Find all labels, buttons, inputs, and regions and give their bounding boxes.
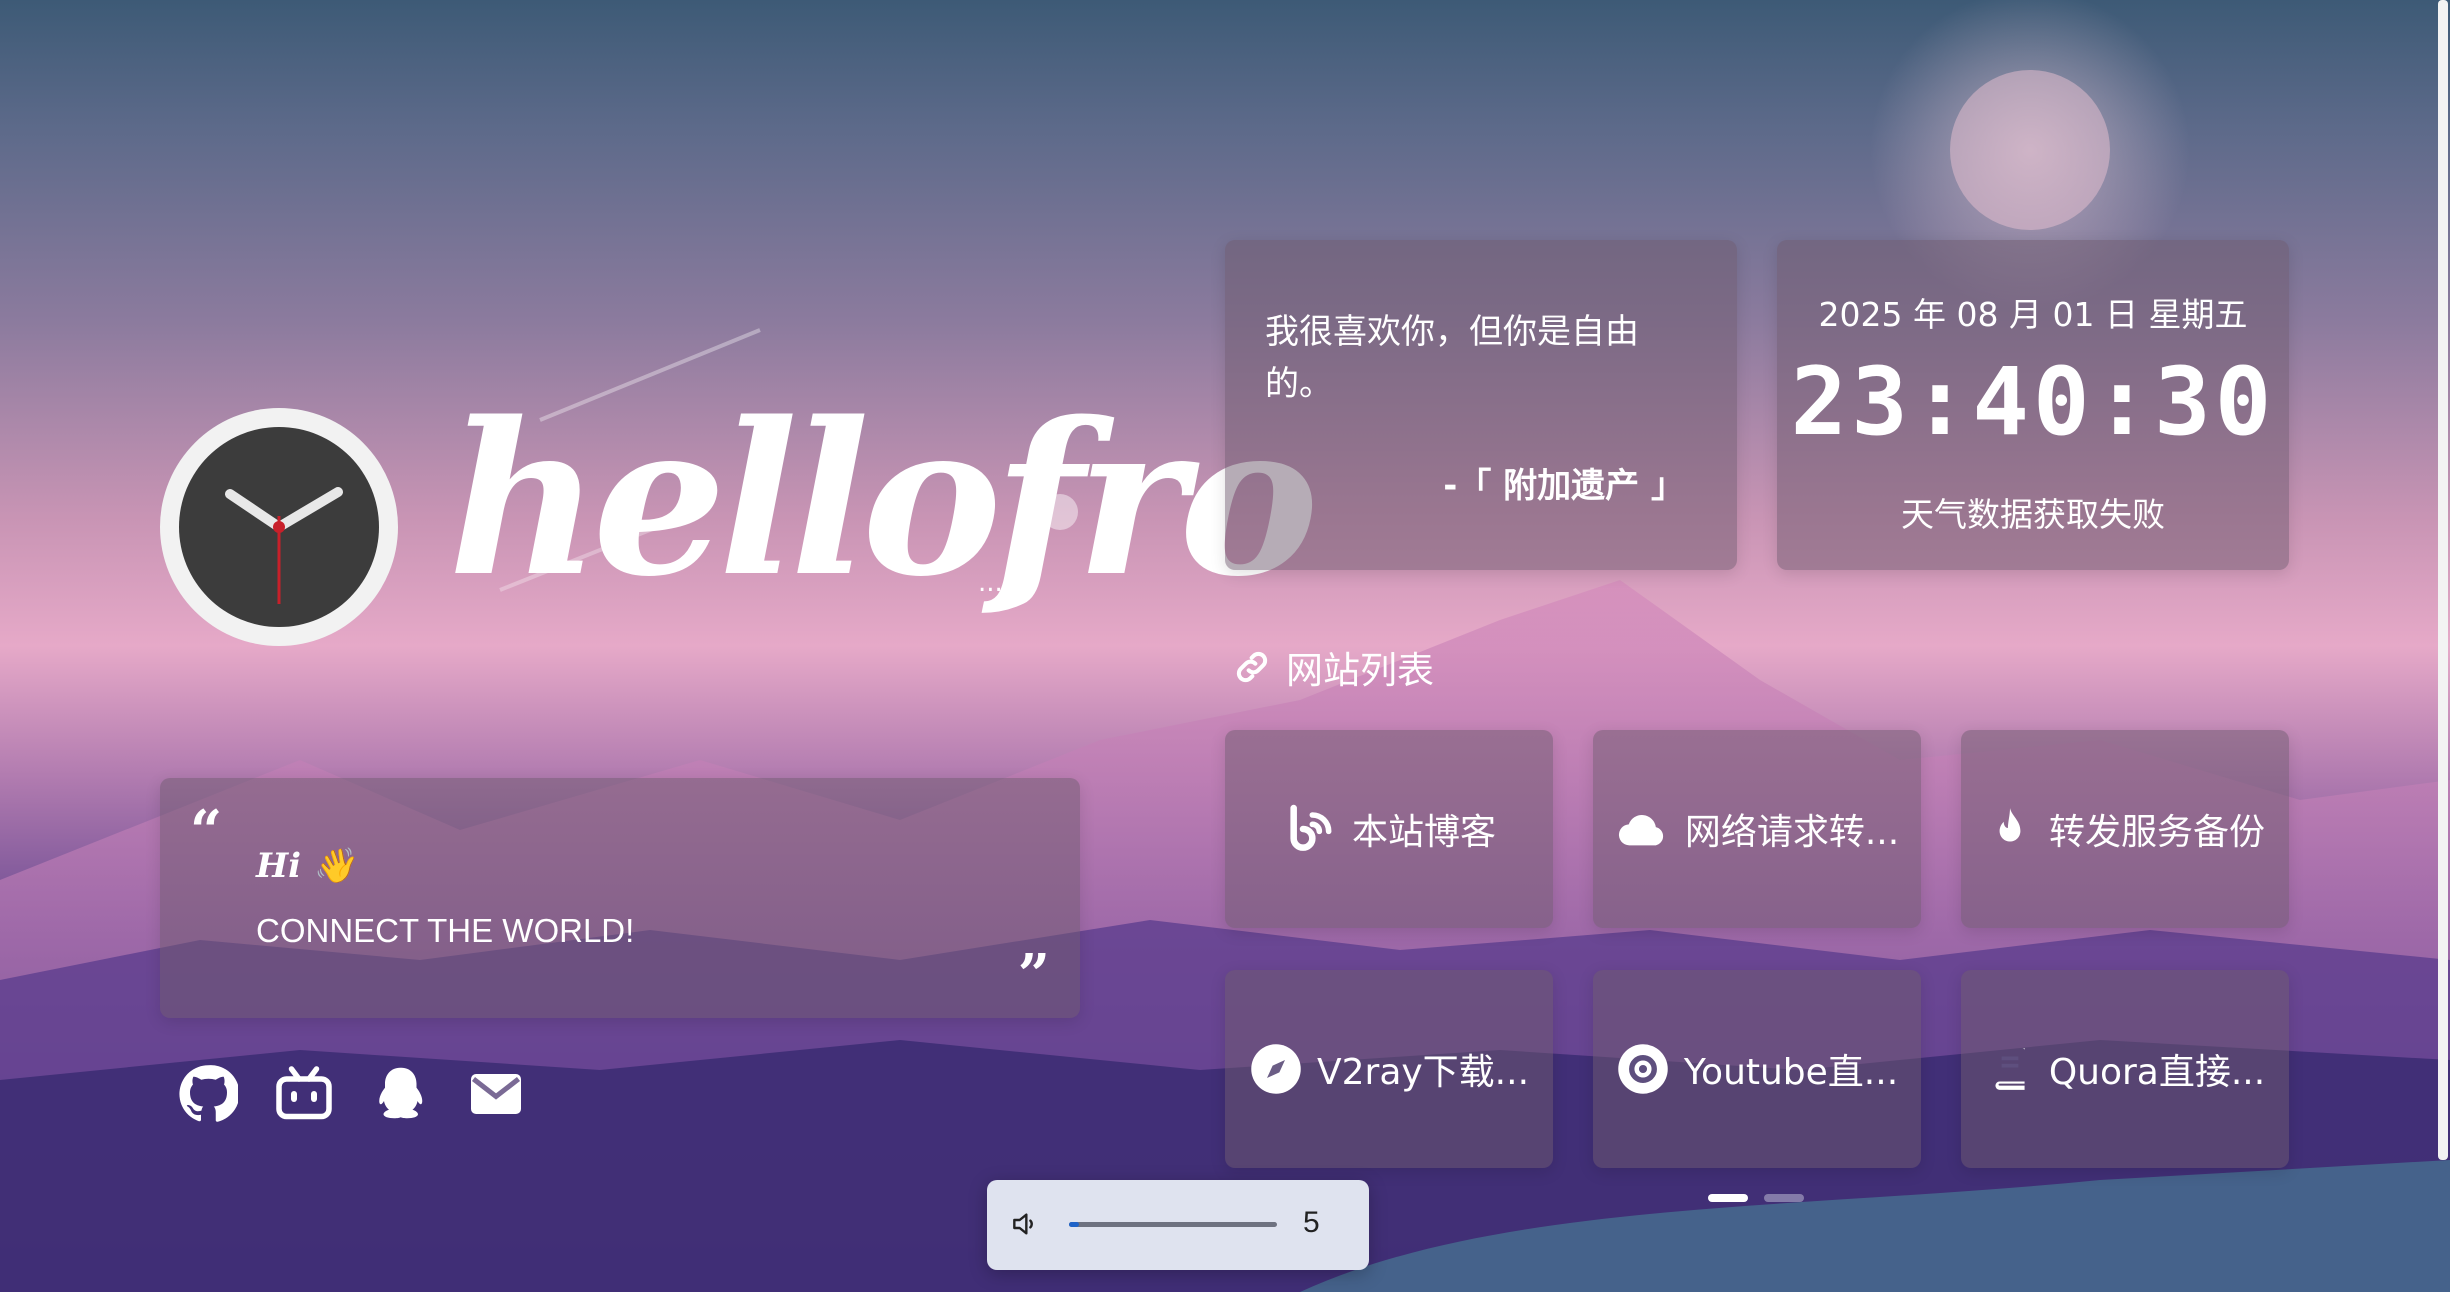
fire-icon — [1999, 808, 2021, 842]
site-card-blog[interactable]: 本站博客 — [1225, 730, 1553, 928]
site-list-title: 网站列表 — [1232, 640, 1434, 694]
weather-status: 天气数据获取失败 — [1901, 495, 2165, 534]
page-dot-1[interactable] — [1708, 1194, 1748, 1202]
site-card-quora[interactable]: Quora直接... — [1961, 970, 2289, 1168]
time-weather-card: 2025 年 08 月 01 日 星期五 23:40:30 天气数据获取失败 — [1777, 240, 2289, 570]
volume-value: 5 — [1303, 1206, 1320, 1239]
intro-greeting: Hi 👋 — [256, 846, 356, 886]
site-logo-text: hellofro — [448, 376, 1319, 623]
volume-slider-fill — [1069, 1222, 1080, 1227]
site-label-v2ray: V2ray下载... — [1316, 1052, 1530, 1093]
logo-ellipsis: ... — [978, 568, 1003, 598]
book-icon — [1993, 1048, 2025, 1090]
site-list-title-label: 网站列表 — [1286, 649, 1434, 692]
site-label-blog: 本站博客 — [1351, 812, 1496, 853]
site-card-proxy[interactable]: 网络请求转... — [1593, 730, 1921, 928]
qq-icon[interactable] — [370, 1064, 430, 1124]
quote-close-icon: ” — [1017, 942, 1050, 1008]
speaker-icon[interactable] — [1009, 1208, 1041, 1240]
volume-slider[interactable] — [1069, 1222, 1277, 1227]
clock-time: 23:40:30 — [1790, 348, 2276, 457]
site-label-backup: 转发服务备份 — [2048, 812, 2265, 853]
page-dot-2[interactable] — [1764, 1194, 1804, 1202]
site-label-quora: Quora直接... — [2048, 1052, 2266, 1093]
hitokoto-text: 我很喜欢你，但你是自由的。 — [1265, 312, 1639, 404]
link-icon — [1236, 651, 1268, 683]
bilibili-icon[interactable] — [274, 1064, 334, 1124]
intro-card[interactable]: “ Hi 👋 CONNECT THE WORLD! ” — [160, 778, 1080, 1018]
disc-icon — [1618, 1044, 1668, 1094]
compass-icon — [1251, 1044, 1301, 1094]
site-card-backup[interactable]: 转发服务备份 — [1961, 730, 2289, 928]
date-text: 2025 年 08 月 01 日 星期五 — [1818, 295, 2248, 334]
hitokoto-source: -「 附加遗产 」 — [1443, 466, 1685, 506]
quote-open-icon: “ — [190, 798, 223, 864]
site-card-youtube[interactable]: Youtube直... — [1593, 970, 1921, 1168]
intro-description: CONNECT THE WORLD! — [256, 912, 635, 949]
clock-icon — [160, 408, 398, 646]
cloud-icon — [1618, 815, 1663, 846]
site-label-proxy: 网络请求转... — [1684, 812, 1900, 853]
email-icon[interactable] — [466, 1064, 526, 1124]
site-card-v2ray[interactable]: V2ray下载... — [1225, 970, 1553, 1168]
blog-icon — [1290, 804, 1332, 851]
github-icon[interactable] — [178, 1064, 238, 1124]
hitokoto-card[interactable]: 我很喜欢你，但你是自由的。 -「 附加遗产 」 — [1225, 240, 1737, 570]
volume-control: 5 — [987, 1180, 1369, 1270]
site-label-youtube: Youtube直... — [1683, 1052, 1899, 1093]
scrollbar[interactable] — [2438, 0, 2448, 1160]
